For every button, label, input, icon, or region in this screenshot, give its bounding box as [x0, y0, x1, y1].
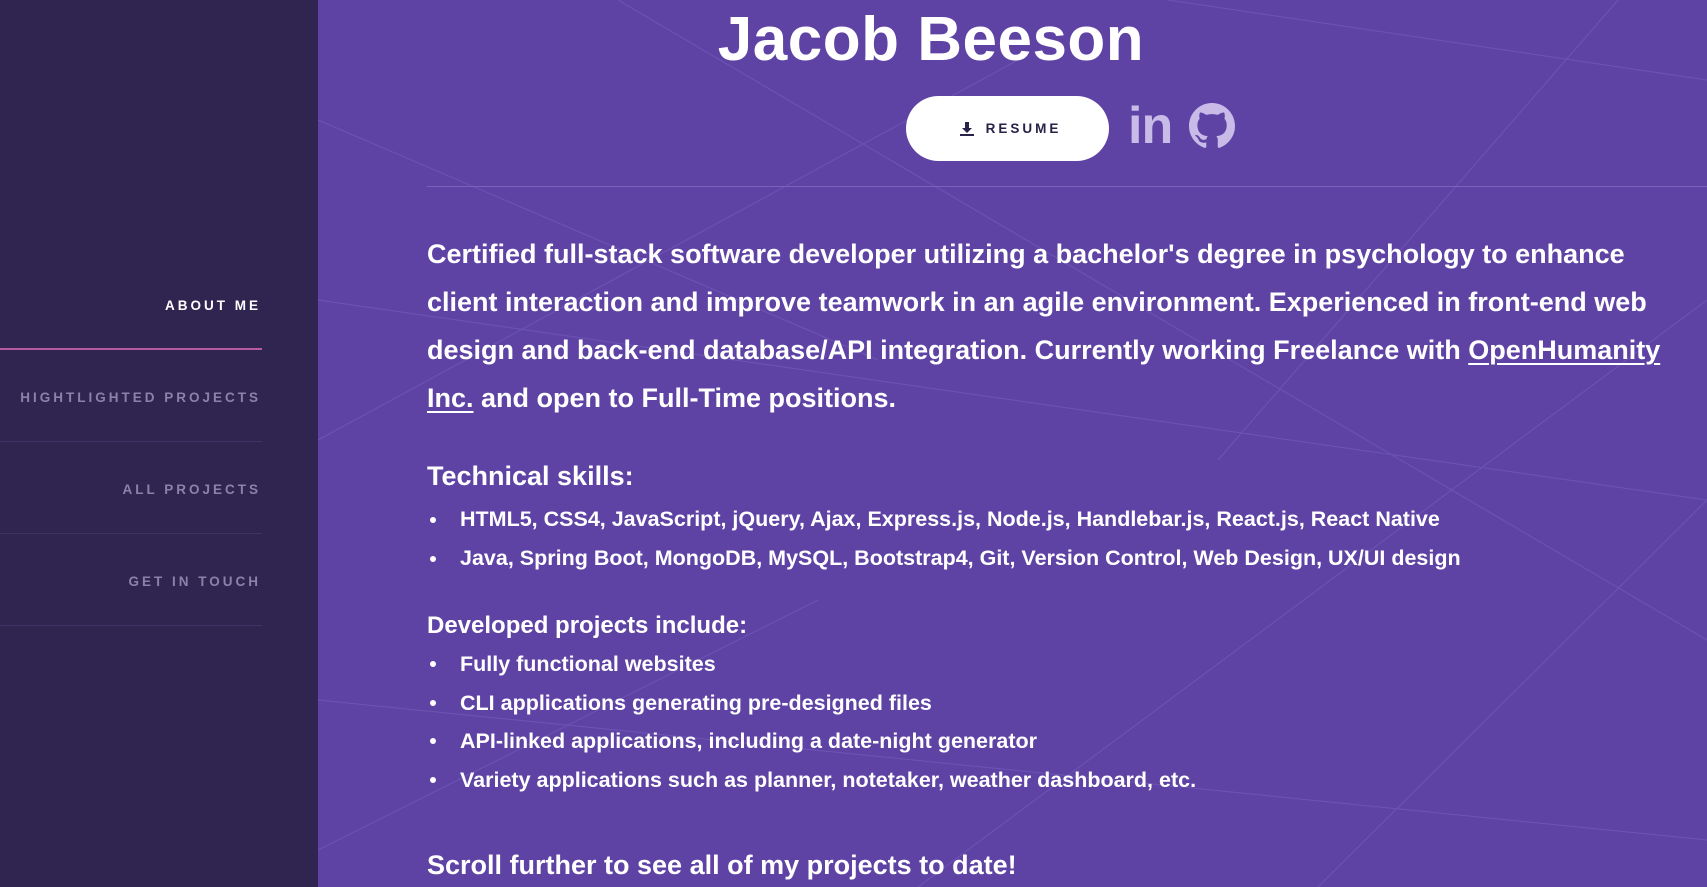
header-divider [427, 186, 1707, 187]
nav-item-label: GET IN TOUCH [128, 574, 261, 589]
nav-item-all-projects[interactable]: ALL PROJECTS [0, 442, 262, 534]
projects-list: Fully functional websites CLI applicatio… [427, 645, 1196, 799]
nav-item-label: ALL PROJECTS [122, 482, 261, 497]
sidebar: ABOUT ME HIGHTLIGHTED PROJECTS ALL PROJE… [0, 0, 318, 887]
list-item: Java, Spring Boot, MongoDB, MySQL, Boots… [427, 539, 1461, 578]
page-title: Jacob Beeson [717, 5, 1145, 74]
skills-list: HTML5, CSS4, JavaScript, jQuery, Ajax, E… [427, 500, 1461, 578]
nav-item-highlighted-projects[interactable]: HIGHTLIGHTED PROJECTS [0, 350, 262, 442]
nav-item-label: ABOUT ME [165, 298, 261, 313]
projects-heading: Developed projects include: [427, 612, 748, 639]
main-content: Jacob Beeson RESUME in Certified full-st… [318, 0, 1707, 887]
download-icon [959, 121, 974, 136]
nav-item-about-me[interactable]: ABOUT ME [0, 258, 262, 350]
nav-item-label: HIGHTLIGHTED PROJECTS [20, 390, 261, 405]
list-item: Variety applications such as planner, no… [427, 761, 1196, 800]
resume-button[interactable]: RESUME [906, 96, 1109, 161]
list-item: Fully functional websites [427, 645, 1196, 684]
bio-text: Certified full-stack software developer … [427, 239, 1647, 365]
sidebar-nav: ABOUT ME HIGHTLIGHTED PROJECTS ALL PROJE… [0, 258, 262, 626]
list-item: HTML5, CSS4, JavaScript, jQuery, Ajax, E… [427, 500, 1461, 539]
scroll-prompt: Scroll further to see all of my projects… [427, 850, 1017, 880]
bio-paragraph: Certified full-stack software developer … [427, 230, 1697, 422]
resume-label: RESUME [985, 121, 1062, 136]
bio-text-end: and open to Full-Time positions. [473, 383, 897, 413]
list-item: CLI applications generating pre-designed… [427, 684, 1196, 723]
list-item: API-linked applications, including a dat… [427, 722, 1196, 761]
nav-item-get-in-touch[interactable]: GET IN TOUCH [0, 534, 262, 626]
github-icon[interactable] [1189, 103, 1235, 149]
linkedin-icon[interactable]: in [1128, 96, 1173, 156]
skills-heading: Technical skills: [427, 461, 634, 491]
linkedin-glyph: in [1128, 97, 1173, 155]
